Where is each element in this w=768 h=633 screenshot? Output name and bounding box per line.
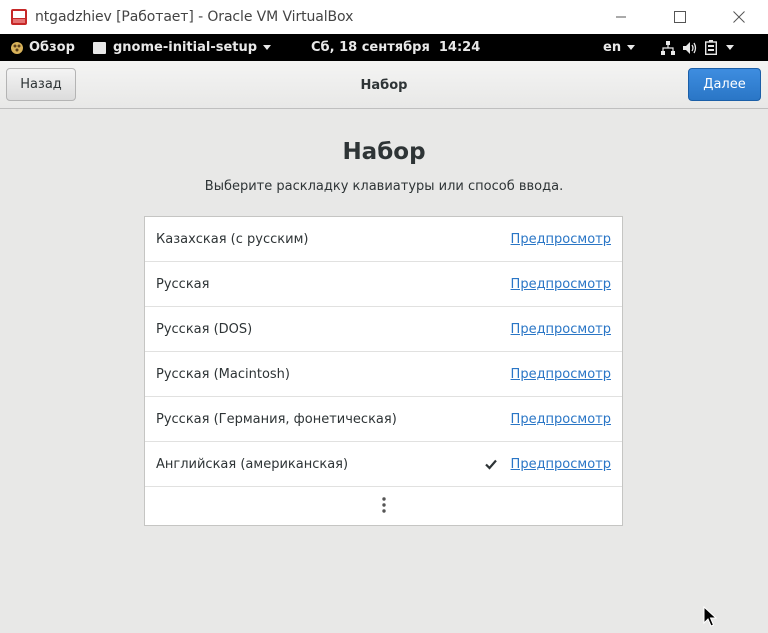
layout-label: Английская (американская) <box>156 456 349 472</box>
minimize-icon[interactable] <box>591 0 650 34</box>
virtualbox-logo-icon <box>9 7 29 27</box>
preview-link[interactable]: Предпросмотр <box>511 277 611 292</box>
close-icon[interactable] <box>709 0 768 34</box>
content-area: Набор Выберите раскладку клавиатуры или … <box>0 109 768 633</box>
next-button[interactable]: Далее <box>688 68 761 101</box>
language-indicator[interactable]: en <box>603 34 636 61</box>
battery-icon <box>704 40 718 56</box>
list-item[interactable]: Английская (американская) Предпросмотр <box>145 442 622 487</box>
app-menu[interactable]: gnome-initial-setup <box>93 34 272 61</box>
chevron-down-icon <box>726 45 734 50</box>
preview-link[interactable]: Предпросмотр <box>511 322 611 337</box>
page-title: Набор <box>342 139 426 165</box>
clock-label: Сб, 18 сентября 14:24 <box>311 40 481 55</box>
chevron-down-icon <box>627 45 636 50</box>
volume-icon <box>682 41 697 55</box>
layout-label: Казахская (с русским) <box>156 231 309 247</box>
list-item[interactable]: Русская (Германия, фонетическая) Предпро… <box>145 397 622 442</box>
keyboard-layout-list: Казахская (с русским) Предпросмотр Русск… <box>144 216 623 526</box>
language-label: en <box>603 40 622 55</box>
activities-button[interactable]: Обзор <box>10 34 75 61</box>
maximize-icon[interactable] <box>650 0 709 34</box>
preview-link[interactable]: Предпросмотр <box>511 412 611 427</box>
chevron-down-icon <box>263 45 272 50</box>
mouse-pointer-icon <box>703 605 718 631</box>
list-item[interactable]: Русская (DOS) Предпросмотр <box>145 307 622 352</box>
network-icon <box>661 40 675 55</box>
activities-icon <box>10 41 24 55</box>
clock[interactable]: Сб, 18 сентября 14:24 <box>311 34 480 61</box>
back-button[interactable]: Назад <box>6 68 76 101</box>
header-title: Набор <box>360 77 408 93</box>
layout-label: Русская <box>156 276 210 292</box>
gnome-top-bar: Обзор gnome-initial-setup Сб, 18 сентябр… <box>0 34 768 61</box>
app-icon <box>93 41 106 54</box>
layout-label: Русская (DOS) <box>156 321 253 337</box>
list-item[interactable]: Русская (Macintosh) Предпросмотр <box>145 352 622 397</box>
activities-label: Обзор <box>29 40 75 55</box>
checkmark-icon <box>484 456 498 470</box>
window-title: ntgadzhiev [Работает] - Oracle VM Virtua… <box>35 9 354 25</box>
layout-label: Русская (Macintosh) <box>156 366 290 382</box>
layout-label: Русская (Германия, фонетическая) <box>156 411 397 427</box>
app-menu-label: gnome-initial-setup <box>113 40 258 55</box>
preview-link[interactable]: Предпросмотр <box>511 232 611 247</box>
header-bar: Набор Назад Далее <box>0 61 768 109</box>
list-item[interactable]: Русская Предпросмотр <box>145 262 622 307</box>
preview-link[interactable]: Предпросмотр <box>511 457 611 472</box>
system-menu[interactable] <box>661 34 734 61</box>
preview-link[interactable]: Предпросмотр <box>511 367 611 382</box>
view-more-icon <box>381 497 386 517</box>
view-more-button[interactable] <box>145 487 622 527</box>
window-titlebar: ntgadzhiev [Работает] - Oracle VM Virtua… <box>0 0 768 34</box>
list-item[interactable]: Казахская (с русским) Предпросмотр <box>145 217 622 262</box>
page-subtitle: Выберите раскладку клавиатуры или способ… <box>204 179 564 194</box>
